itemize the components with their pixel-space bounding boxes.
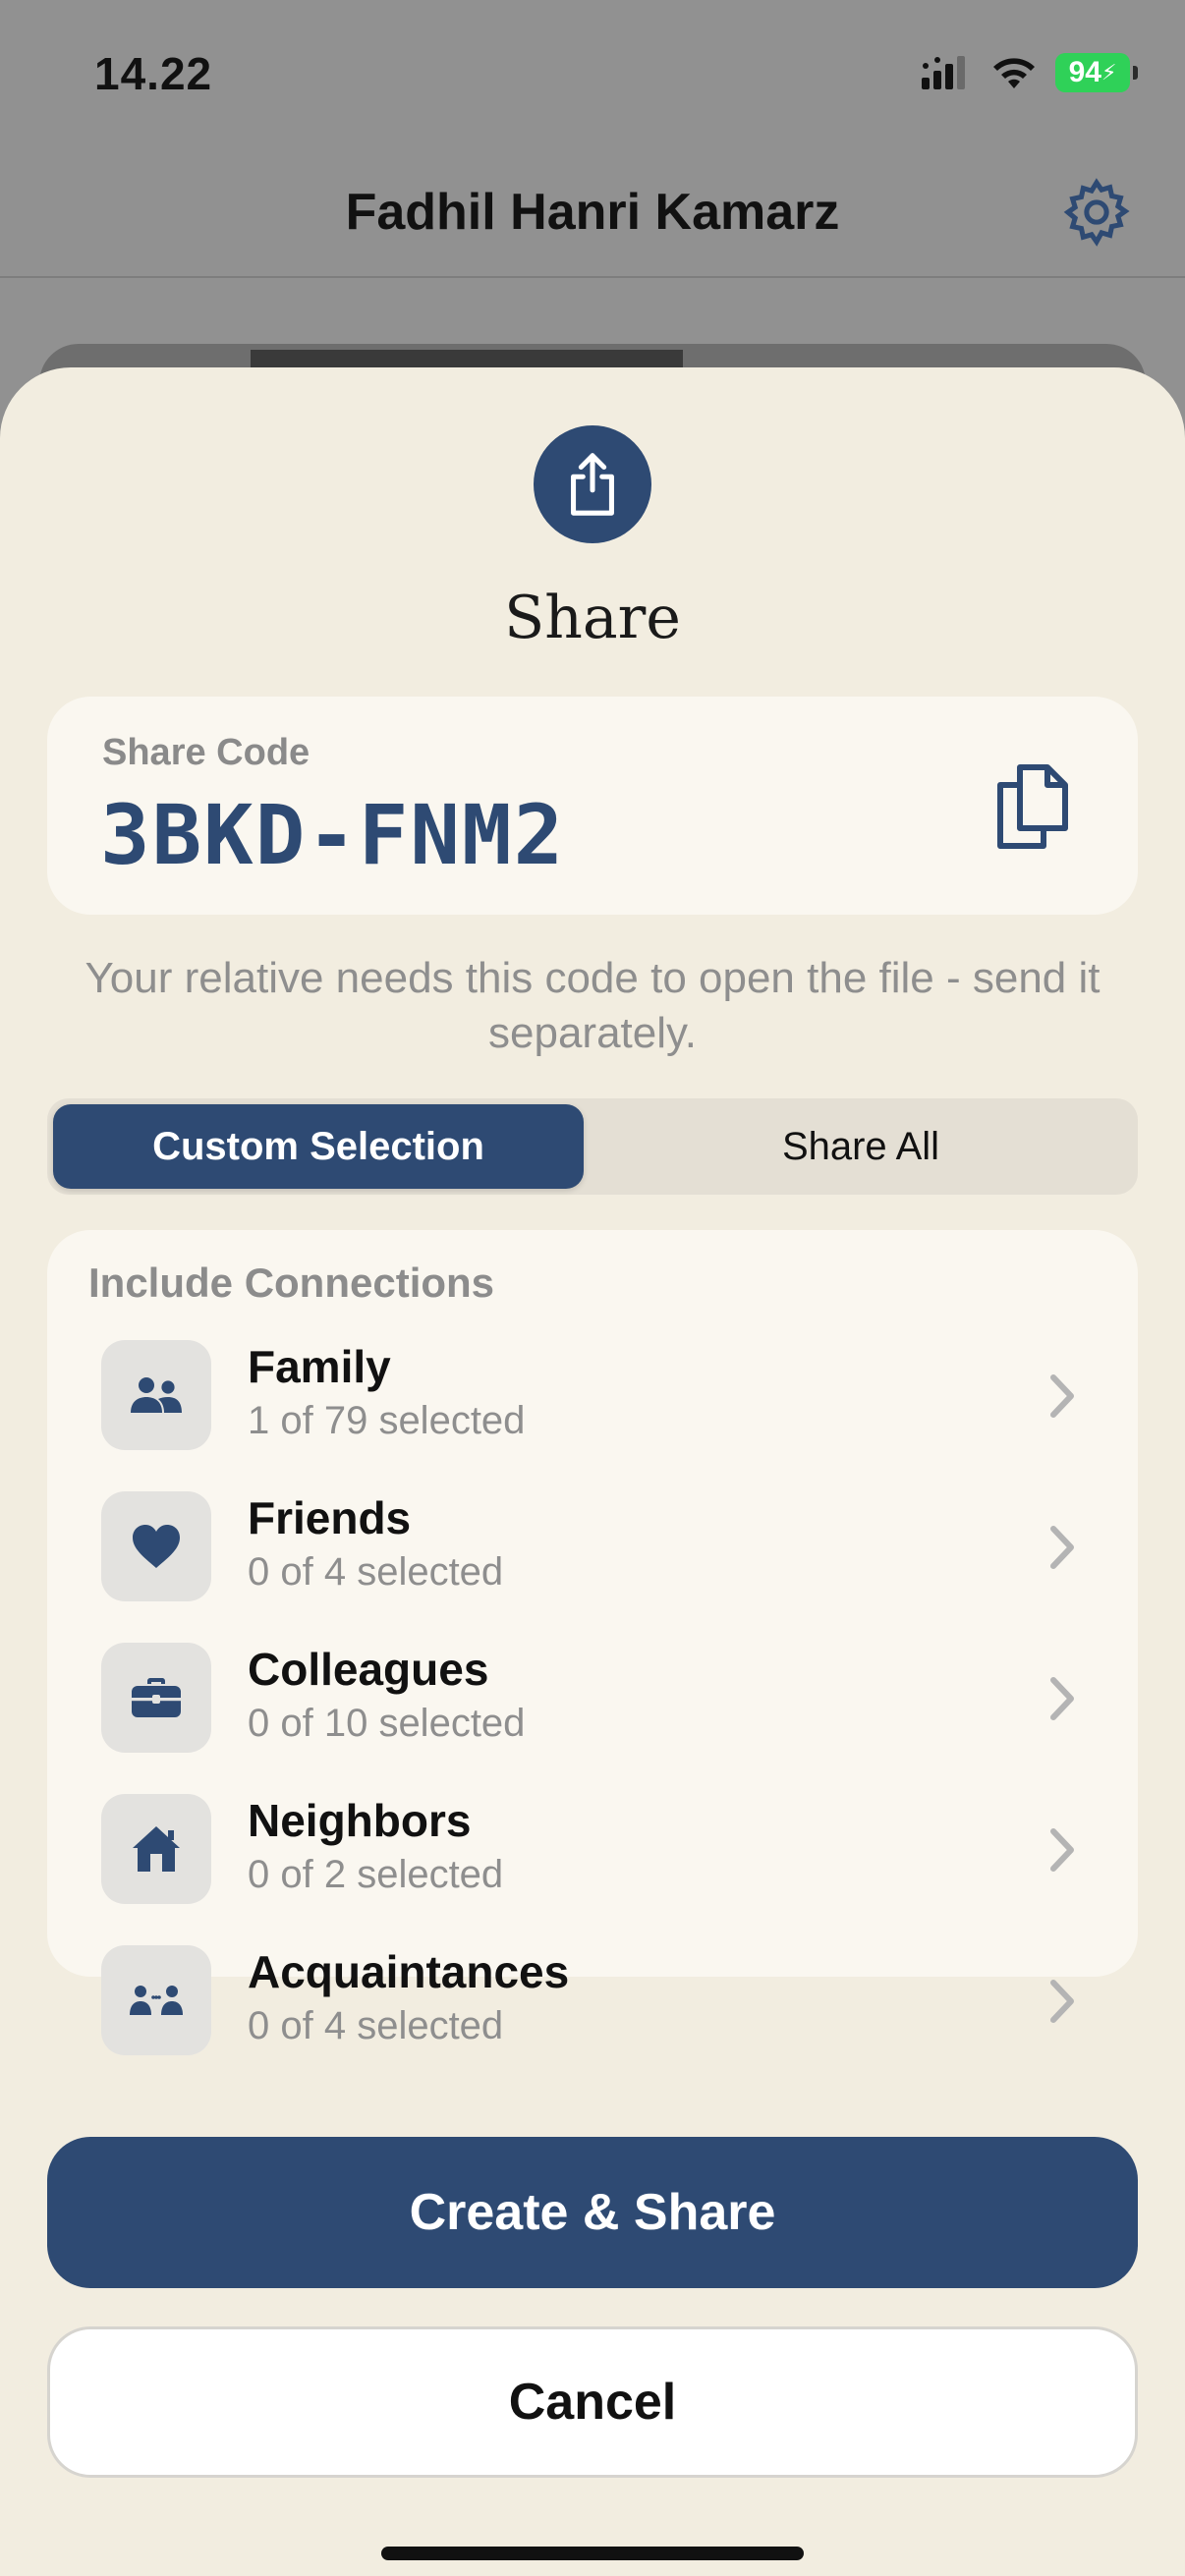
background-nav-bar: Fadhil Hanri Kamarz [0, 147, 1185, 278]
wifi-icon [993, 58, 1035, 88]
home-indicator[interactable] [381, 2547, 804, 2560]
connection-name: Acquaintances [248, 1946, 570, 1997]
share-icon [571, 453, 614, 516]
connections-card: Include Connections Family 1 of 79 selec… [47, 1230, 1138, 2055]
copy-icon [997, 764, 1068, 849]
connection-name: Neighbors [248, 1795, 472, 1846]
family-icon [131, 1377, 182, 1413]
connection-row-friends[interactable]: Friends 0 of 4 selected [47, 1480, 1138, 1607]
heart-icon [133, 1525, 180, 1568]
share-code-label: Share Code [102, 732, 310, 773]
cancel-button[interactable]: Cancel [47, 2326, 1138, 2478]
connection-selected-count: 0 of 4 selected [248, 1550, 504, 1594]
connections-header: Include Connections [88, 1260, 495, 1306]
connection-icon-tile [101, 1794, 211, 1904]
connection-row-colleagues[interactable]: Colleagues 0 of 10 selected [47, 1631, 1138, 1759]
house-icon [133, 1826, 180, 1872]
status-time: 14.22 [94, 48, 213, 99]
connection-row-family[interactable]: Family 1 of 79 selected [47, 1328, 1138, 1456]
share-code-value: 3BKD-FNM2 [100, 787, 566, 883]
gear-icon[interactable] [1059, 175, 1134, 250]
segment-share-all[interactable]: Share All [590, 1104, 1132, 1189]
connection-icon-tile [101, 1643, 211, 1753]
battery-level: 94 [1068, 56, 1101, 88]
share-icon-badge [534, 425, 651, 543]
acquaintances-icon [130, 1986, 183, 2015]
segment-custom-selection[interactable]: Custom Selection [53, 1104, 584, 1189]
share-code-note: Your relative needs this code to open th… [85, 954, 1100, 1057]
chevron-right-icon [1050, 1677, 1074, 1720]
connection-icon-tile [101, 1945, 211, 2055]
create-and-share-button[interactable]: Create & Share [47, 2137, 1138, 2288]
status-bar: 14.22 94 ⚡ [0, 0, 1185, 147]
share-mode-segmented-control: Custom Selection Share All [47, 1098, 1138, 1195]
share-sheet: Share Share Code 3BKD-FNM2 Your relative… [0, 367, 1185, 2576]
connection-name: Family [248, 1341, 391, 1392]
connection-name: Friends [248, 1492, 412, 1543]
background-title: Fadhil Hanri Kamarz [345, 184, 840, 241]
status-icons: 94 ⚡ [922, 53, 1138, 92]
connection-selected-count: 0 of 4 selected [248, 2004, 504, 2047]
chevron-right-icon [1050, 1828, 1074, 1872]
connection-row-acquaintances[interactable]: Acquaintances 0 of 4 selected [47, 1933, 1138, 2061]
copy-button[interactable] [988, 757, 1075, 856]
chevron-right-icon [1050, 1526, 1074, 1569]
chevron-right-icon [1050, 1980, 1074, 2023]
connection-selected-count: 0 of 2 selected [248, 1853, 504, 1896]
briefcase-icon [132, 1678, 181, 1717]
sheet-title: Share [504, 584, 681, 652]
connection-icon-tile [101, 1340, 211, 1450]
connection-icon-tile [101, 1491, 211, 1601]
share-code-card: Share Code 3BKD-FNM2 [47, 697, 1138, 915]
connection-selected-count: 1 of 79 selected [248, 1399, 526, 1442]
connection-name: Colleagues [248, 1644, 489, 1695]
battery-icon: 94 ⚡ [1055, 53, 1138, 92]
cellular-signal-icon [922, 56, 965, 89]
connection-row-neighbors[interactable]: Neighbors 0 of 2 selected [47, 1782, 1138, 1910]
connection-selected-count: 0 of 10 selected [248, 1702, 526, 1745]
chevron-right-icon [1050, 1374, 1074, 1418]
